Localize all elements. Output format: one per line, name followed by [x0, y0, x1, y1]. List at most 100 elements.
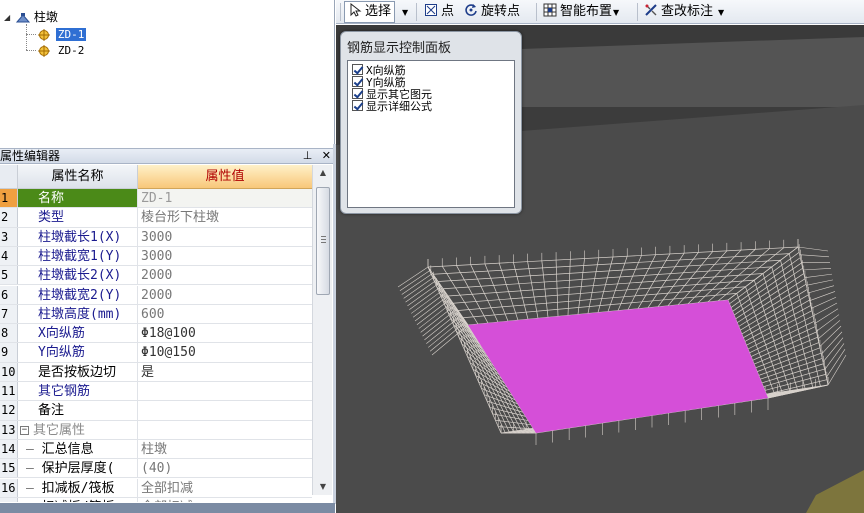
property-row[interactable]: 17— 扣减板/筏板全部扣减 [0, 497, 312, 502]
tree-root-label: 柱墩 [33, 10, 58, 24]
property-row[interactable]: 3 柱墩截长1(X) 3000 [0, 227, 312, 247]
property-value[interactable]: 3000 [138, 247, 312, 265]
check-label-button[interactable]: 查改标注 ▼ [644, 2, 724, 22]
checkbox-checked[interactable] [352, 100, 363, 111]
chevron-down-icon: ▼ [718, 8, 725, 17]
property-row[interactable]: 14— 汇总信息 柱墩 [0, 439, 312, 460]
property-row[interactable]: 15— 保护层厚度((40) [0, 459, 312, 479]
row-number: 9 [0, 343, 18, 362]
option-label: 显示详细公式 [366, 100, 432, 113]
property-value[interactable] [138, 421, 312, 439]
property-name-text: 保护层厚度( [41, 461, 115, 477]
property-name: 其它钢筋 [18, 382, 138, 401]
property-value[interactable]: ZD-1 [138, 189, 312, 208]
property-row[interactable]: 5 柱墩截长2(X) 2000 [0, 266, 312, 286]
row-number-header [0, 165, 18, 189]
vertical-scrollbar[interactable]: ▲ ▼ [312, 165, 332, 495]
property-value[interactable]: 全部扣减 [138, 479, 312, 497]
tree-item-label: ZD-1 [55, 28, 87, 41]
column-pier-icon [38, 28, 52, 41]
tree-item-zd-1[interactable]: ZD-1 [38, 26, 87, 42]
property-row[interactable]: 13− 其它属性 [0, 420, 312, 440]
property-editor-titlebar: 属性编辑器 ⊥ ✕ [0, 148, 335, 164]
property-value[interactable]: 是 [138, 363, 312, 381]
property-row[interactable]: 16— 扣减板/筏板 全部扣减 [0, 478, 312, 498]
pin-icon[interactable]: ⊥ [303, 149, 313, 162]
row-number: 3 [0, 227, 18, 246]
property-name-text: Y向纵筋 [38, 345, 85, 361]
row-number: 4 [0, 246, 18, 266]
property-editor-title: 属性编辑器 [0, 149, 61, 163]
checkbox-checked[interactable] [352, 64, 363, 75]
property-row[interactable]: 10 是否按板边切 是 [0, 362, 312, 382]
property-name: X向纵筋 [18, 324, 138, 343]
property-row[interactable]: 11 其它钢筋 [0, 382, 312, 402]
rebar-display-control-panel: 钢筋显示控制面板 X向纵筋 Y向纵筋 显示其它图元 显示详细公式 [340, 31, 522, 214]
row-number: 17 [0, 497, 18, 502]
column-header-value[interactable]: 属性值 [138, 165, 312, 189]
property-row[interactable]: 9 Y向纵筋 Φ10@150 [0, 343, 312, 363]
option-show-other[interactable]: 显示其它图元 [352, 88, 432, 101]
property-name: — 保护层厚度( [18, 459, 138, 478]
property-grid: 属性名称 属性值 1 名称 ZD-1 2 类型 棱台形下柱墩 3 柱墩截长1(X) 3000 4 柱… [0, 165, 312, 502]
checkbox-checked[interactable] [352, 88, 363, 99]
scrollbar-thumb[interactable] [316, 187, 330, 295]
property-row[interactable]: 2 类型 棱台形下柱墩 [0, 208, 312, 228]
property-row[interactable]: 8 X向纵筋 Φ18@100 [0, 324, 312, 344]
property-value[interactable]: 3000 [138, 228, 312, 246]
option-y-rebar[interactable]: Y向纵筋 [352, 76, 406, 89]
dimension-tool-icon [644, 3, 658, 17]
property-name-text: 柱墩高度(mm) [38, 306, 122, 322]
control-panel-options: X向纵筋 Y向纵筋 显示其它图元 显示详细公式 [347, 60, 515, 208]
property-name-text: X向纵筋 [38, 326, 85, 342]
property-value[interactable]: 2000 [138, 266, 312, 284]
check-label-label: 查改标注 [661, 4, 714, 19]
tree-item-zd-2[interactable]: ZD-2 [38, 42, 86, 58]
checkbox-checked[interactable] [352, 76, 363, 87]
close-icon[interactable]: ✕ [322, 149, 331, 162]
property-name-text: 扣减板/筏板 [42, 500, 115, 502]
property-row[interactable]: 12 备注 [0, 401, 312, 421]
property-row[interactable]: 1 名称 ZD-1 [0, 189, 312, 209]
component-tree: ◢ 柱墩 ZD-1 ZD-2 [0, 0, 335, 144]
property-value[interactable]: 600 [138, 305, 312, 323]
property-value[interactable]: 棱台形下柱墩 [138, 208, 312, 226]
folder-grid-icon [15, 12, 31, 24]
property-value[interactable]: Φ18@100 [138, 324, 312, 342]
property-name: Y向纵筋 [18, 343, 138, 362]
tree-root-item[interactable]: 柱墩 [15, 9, 58, 25]
point-button[interactable]: 点 [424, 2, 454, 22]
smart-layout-label: 智能布置 [560, 4, 613, 19]
tree-connector [26, 34, 36, 35]
rotate-point-button[interactable]: 旋转点 [464, 2, 520, 22]
collapse-group-icon[interactable]: − [20, 425, 29, 435]
scroll-up-icon[interactable]: ▲ [313, 165, 333, 181]
point-button-label: 点 [441, 4, 455, 19]
rotate-point-label: 旋转点 [481, 4, 521, 19]
row-number: 2 [0, 208, 18, 227]
property-value[interactable] [138, 382, 312, 400]
property-row[interactable]: 7 柱墩高度(mm) 600 [0, 304, 312, 325]
property-value[interactable]: 全部扣减 [138, 498, 312, 502]
property-name-text: 其它钢筋 [38, 384, 91, 399]
option-show-formula[interactable]: 显示详细公式 [352, 100, 432, 113]
chevron-down-icon: ▼ [402, 8, 409, 17]
property-value[interactable]: 柱墩 [138, 440, 312, 458]
property-value[interactable] [138, 401, 312, 419]
collapse-triangle-icon[interactable]: ◢ [4, 13, 10, 22]
option-x-rebar[interactable]: X向纵筋 [352, 64, 406, 77]
smart-layout-button[interactable]: 智能布置▼ [543, 2, 619, 22]
select-button[interactable]: 选择 [344, 1, 396, 23]
row-number: 5 [0, 266, 18, 285]
property-name-text: 柱墩截长2(X) [38, 268, 122, 284]
property-name: 名称 [18, 189, 138, 208]
property-row[interactable]: 6 柱墩截宽2(Y) 2000 [0, 285, 312, 305]
property-value[interactable]: 2000 [138, 286, 312, 304]
tree-item-label: ZD-2 [57, 44, 85, 57]
property-value[interactable]: (40) [138, 459, 312, 477]
column-header-name[interactable]: 属性名称 [18, 165, 138, 189]
property-row[interactable]: 4 柱墩截宽1(Y) 3000 [0, 246, 312, 267]
property-value[interactable]: Φ10@150 [138, 343, 312, 361]
select-dropdown-arrow[interactable]: ▼ [402, 2, 408, 22]
scroll-down-icon[interactable]: ▼ [313, 479, 333, 495]
